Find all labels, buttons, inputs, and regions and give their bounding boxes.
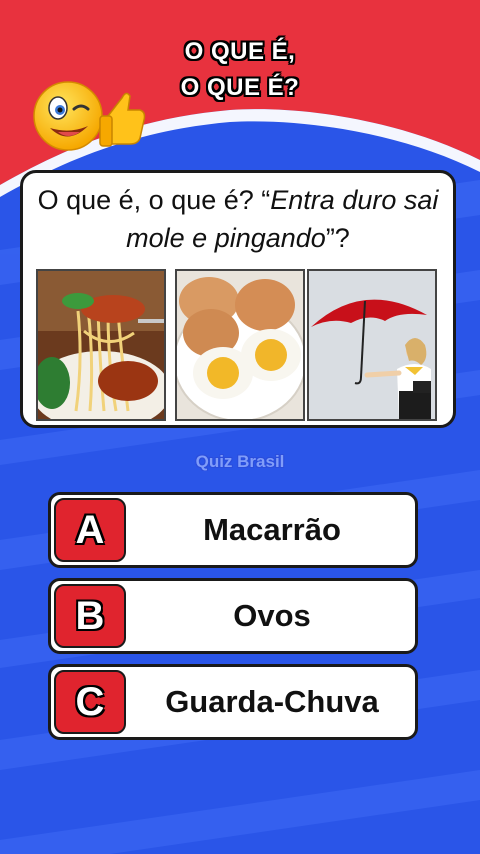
page-title: O QUE É, O QUE É? (150, 34, 330, 106)
winking-emoji-icon (30, 72, 150, 162)
question-text-end: ”? (325, 223, 350, 253)
option-c-button[interactable]: C Guarda-Chuva (48, 664, 418, 740)
option-letter-badge: A (54, 498, 126, 562)
option-label: Ovos (233, 598, 311, 633)
eggs-image (175, 269, 305, 421)
question-text-start: O que é, o que é? “ (37, 185, 271, 215)
option-b-button[interactable]: B Ovos (48, 578, 418, 654)
question-text: O que é, o que é? “Entra duro sai mole e… (23, 181, 453, 257)
title-line-1: O QUE É, (184, 38, 296, 65)
option-label: Macarrão (203, 512, 341, 547)
title-line-2: O QUE É? (180, 74, 300, 101)
option-label: Guarda-Chuva (165, 684, 379, 719)
option-letter-badge: B (54, 584, 126, 648)
option-letter-badge: C (54, 670, 126, 734)
watermark: Quiz Brasil (195, 452, 285, 471)
option-a-button[interactable]: A Macarrão (48, 492, 418, 568)
spaghetti-image (36, 269, 166, 421)
umbrella-image (307, 269, 437, 421)
question-card: O que é, o que é? “Entra duro sai mole e… (20, 170, 456, 428)
thumbs-up-icon (99, 92, 146, 147)
